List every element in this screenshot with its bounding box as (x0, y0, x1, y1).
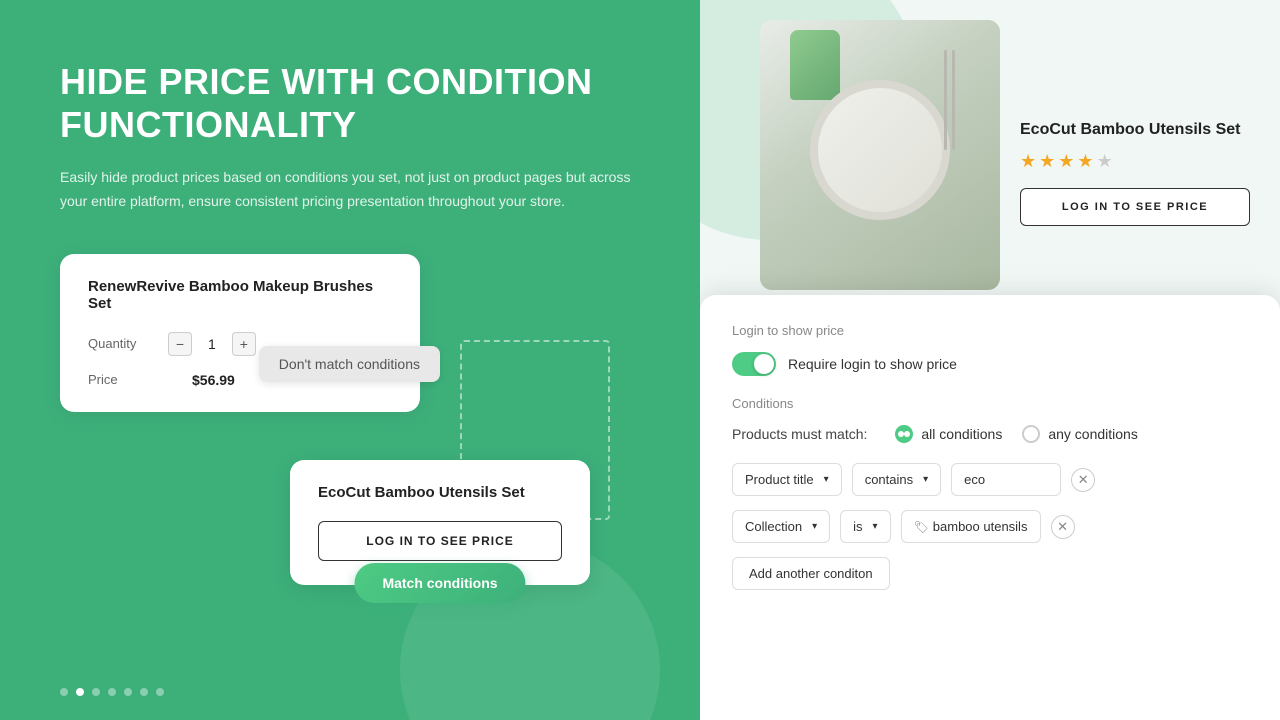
star-rating: ★ ★ ★ ★ ★ (1020, 151, 1280, 172)
products-must-match-row: Products must match: all conditions any … (732, 425, 1248, 443)
product-name: EcoCut Bamboo Utensils Set (1020, 120, 1280, 141)
star-1: ★ (1020, 151, 1036, 172)
dot-4[interactable] (108, 688, 116, 696)
tag-icon: 🏷 (914, 520, 929, 534)
dont-match-badge: Don't match conditions (259, 346, 440, 382)
quantity-value: 1 (208, 336, 216, 352)
quantity-increase-button[interactable]: + (232, 332, 256, 356)
condition-2-operator-chevron-icon: ▾ (873, 521, 878, 532)
condition-2-field-chevron-icon: ▾ (812, 521, 817, 532)
star-4: ★ (1077, 151, 1093, 172)
products-must-match-label: Products must match: (732, 426, 867, 442)
left-section: HIDE PRICE WITH CONDITION FUNCTIONALITY … (0, 0, 700, 720)
dot-7[interactable] (156, 688, 164, 696)
dot-1[interactable] (60, 688, 68, 696)
condition-1-field-chevron-icon: ▾ (824, 474, 829, 485)
conditions-section-label: Conditions (732, 396, 1248, 411)
condition-1-operator-chevron-icon: ▾ (923, 474, 928, 485)
condition-2-operator-value: is (853, 519, 862, 534)
price-value: $56.99 (192, 372, 235, 388)
star-2: ★ (1039, 151, 1055, 172)
condition-1-field-value: Product title (745, 472, 814, 487)
card2-log-in-button[interactable]: LOG IN TO SEE PRICE (318, 521, 562, 561)
quantity-label: Quantity (88, 336, 168, 351)
quantity-controls: − 1 + (168, 332, 256, 356)
condition-2-value-display: bamboo utensils (933, 519, 1028, 534)
condition-1-value-input[interactable] (951, 463, 1061, 496)
all-conditions-option[interactable]: all conditions (895, 425, 1002, 443)
condition-1-remove-button[interactable]: ✕ (1071, 468, 1095, 492)
carousel-dots (60, 688, 164, 696)
any-conditions-radio[interactable] (1022, 425, 1040, 443)
price-label: Price (88, 372, 168, 387)
add-condition-button[interactable]: Add another conditon (732, 557, 890, 590)
any-conditions-label: any conditions (1048, 426, 1138, 442)
toggle-knob (754, 354, 774, 374)
dot-6[interactable] (140, 688, 148, 696)
product-showcase: EcoCut Bamboo Utensils Set ★ ★ ★ ★ ★ LOG… (760, 20, 1280, 290)
condition-1-operator-select[interactable]: contains ▾ (852, 463, 941, 496)
plate-scene (760, 20, 1000, 290)
condition-1-operator-value: contains (865, 472, 913, 487)
condition-2-value-select[interactable]: 🏷 bamboo utensils (901, 510, 1041, 543)
toggle-row: Require login to show price (732, 352, 1248, 376)
dot-2[interactable] (76, 688, 84, 696)
star-3: ★ (1058, 151, 1074, 172)
radio-inner-any (1025, 431, 1031, 437)
glass-decoration (790, 30, 840, 100)
conditions-panel: Login to show price Require login to sho… (700, 295, 1280, 720)
product-card-2: EcoCut Bamboo Utensils Set LOG IN TO SEE… (290, 460, 590, 585)
subtitle-text: Easily hide product prices based on cond… (60, 166, 640, 214)
dot-5[interactable] (124, 688, 132, 696)
condition-2-field-select[interactable]: Collection ▾ (732, 510, 830, 543)
quantity-decrease-button[interactable]: − (168, 332, 192, 356)
all-conditions-label: all conditions (921, 426, 1002, 442)
card2-title: EcoCut Bamboo Utensils Set (318, 484, 562, 501)
login-section-label: Login to show price (732, 323, 1248, 338)
product-card-1: RenewRevive Bamboo Makeup Brushes Set Qu… (60, 254, 420, 412)
condition-row-1: Product title ▾ contains ▾ ✕ (732, 463, 1248, 496)
right-section: EcoCut Bamboo Utensils Set ★ ★ ★ ★ ★ LOG… (700, 0, 1280, 720)
require-login-toggle[interactable] (732, 352, 776, 376)
any-conditions-option[interactable]: any conditions (1022, 425, 1138, 443)
condition-2-operator-select[interactable]: is ▾ (840, 510, 890, 543)
fork-decoration (952, 50, 955, 150)
star-5: ★ (1097, 151, 1113, 172)
log-in-to-see-price-button[interactable]: LOG IN TO SEE PRICE (1020, 188, 1250, 226)
condition-1-field-select[interactable]: Product title ▾ (732, 463, 842, 496)
dot-3[interactable] (92, 688, 100, 696)
condition-2-remove-button[interactable]: ✕ (1051, 515, 1075, 539)
product-info: EcoCut Bamboo Utensils Set ★ ★ ★ ★ ★ LOG… (1020, 20, 1280, 226)
product-image (760, 20, 1000, 290)
condition-row-2: Collection ▾ is ▾ 🏷 bamboo utensils ✕ (732, 510, 1248, 543)
plate-decoration (810, 80, 950, 220)
match-conditions-badge: Match conditions (354, 563, 525, 603)
radio-inner-all (898, 431, 904, 437)
toggle-label: Require login to show price (788, 356, 957, 372)
card1-title: RenewRevive Bamboo Makeup Brushes Set (88, 278, 392, 312)
all-conditions-radio[interactable] (895, 425, 913, 443)
condition-2-field-value: Collection (745, 519, 802, 534)
page-title: HIDE PRICE WITH CONDITION FUNCTIONALITY (60, 60, 640, 146)
